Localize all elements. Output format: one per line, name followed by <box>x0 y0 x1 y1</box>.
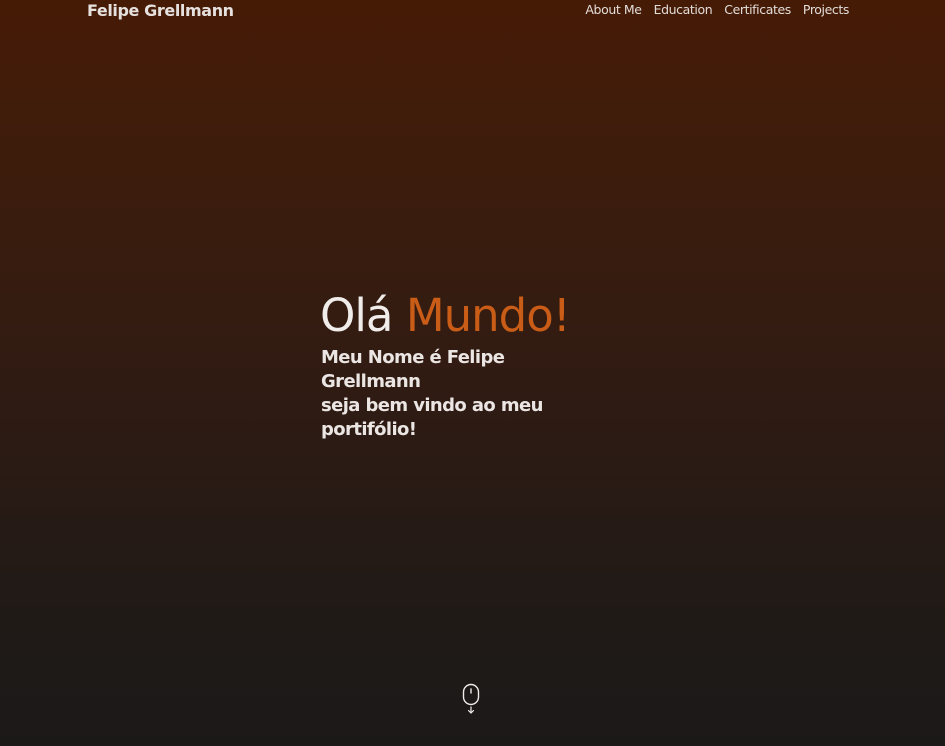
navbar: Felipe Grellmann About Me Education Cert… <box>0 0 945 22</box>
hero-subtitle-line-3: portifólio! <box>321 419 417 440</box>
hero-subtitle-line-2: seja bem vindo ao meu <box>321 395 543 416</box>
hero-section: Olá Mundo! Meu Nome é Felipe Grellmann s… <box>320 288 620 442</box>
nav-link-certificates[interactable]: Certificates <box>724 2 791 17</box>
hero-subtitle: Meu Nome é Felipe Grellmann seja bem vin… <box>321 346 601 442</box>
nav-link-education[interactable]: Education <box>654 2 713 17</box>
hero-greeting: Olá <box>320 289 393 342</box>
mouse-scroll-down-icon[interactable] <box>461 682 481 716</box>
hero-title: Olá Mundo! <box>320 288 620 344</box>
hero-subtitle-line-1: Meu Nome é Felipe Grellmann <box>321 347 505 392</box>
nav-link-projects[interactable]: Projects <box>803 2 849 17</box>
nav-link-about-me[interactable]: About Me <box>585 2 642 17</box>
brand-logo-link[interactable]: Felipe Grellmann <box>87 1 234 20</box>
nav-links: About Me Education Certificates Projects <box>585 2 849 17</box>
hero-greeting-accent: Mundo! <box>405 289 571 342</box>
